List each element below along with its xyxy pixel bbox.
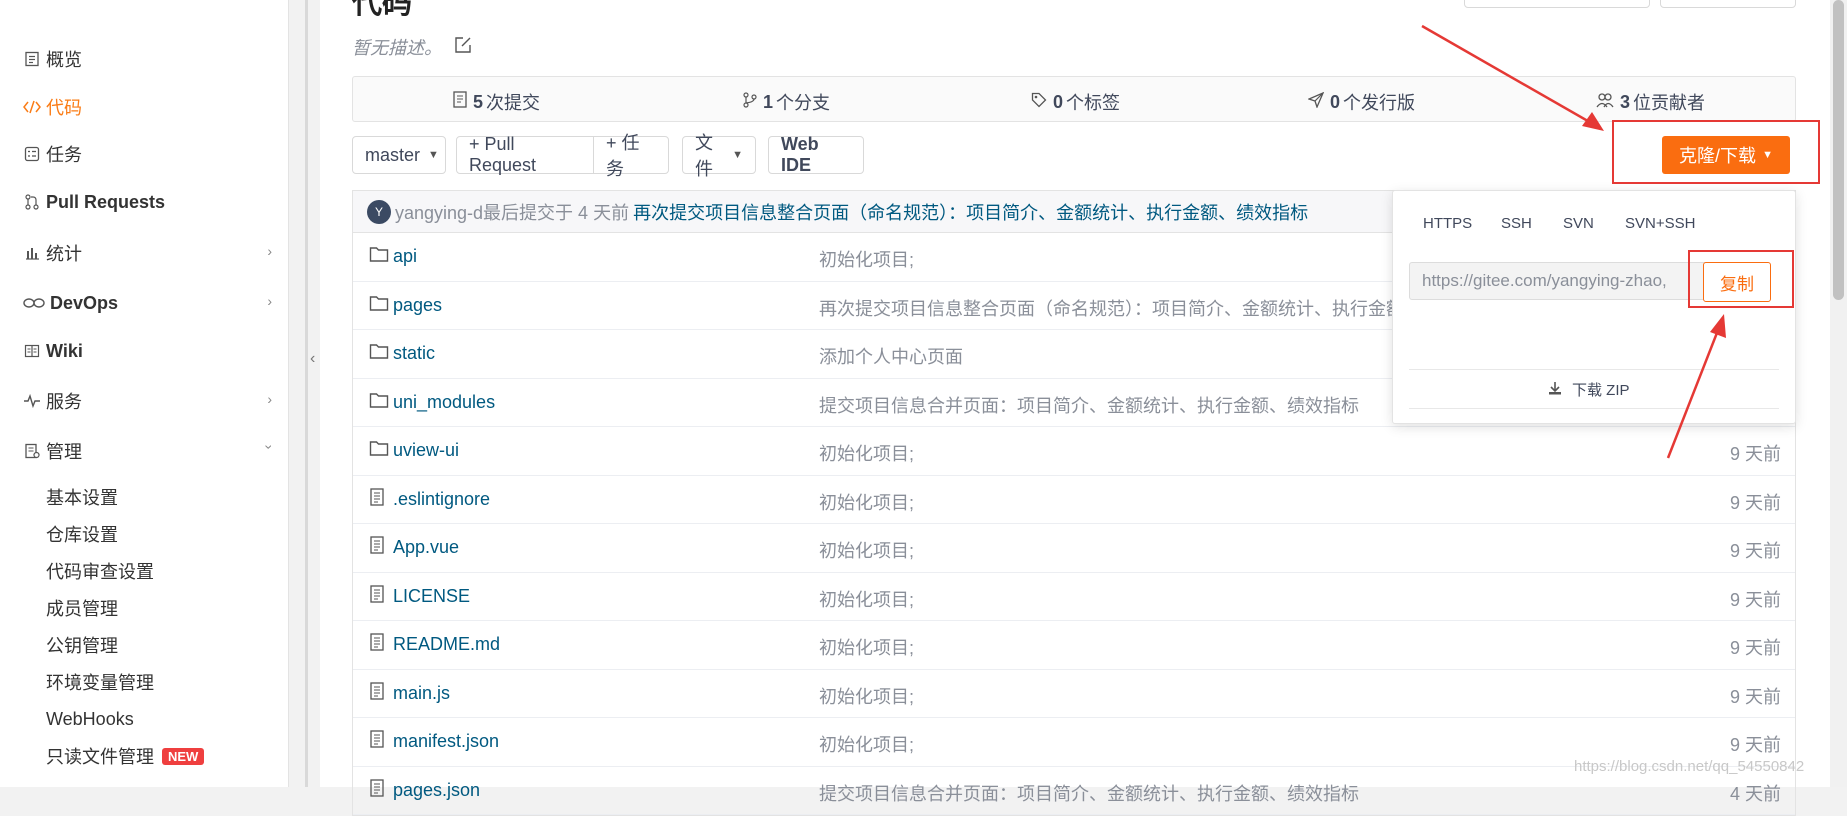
- scrollbar-thumb[interactable]: [1833, 0, 1844, 300]
- annotation-arrows: [1421, 24, 1726, 459]
- scrollbar[interactable]: [1830, 0, 1847, 787]
- watermark: https://blog.csdn.net/qq_54550842: [1574, 758, 1805, 775]
